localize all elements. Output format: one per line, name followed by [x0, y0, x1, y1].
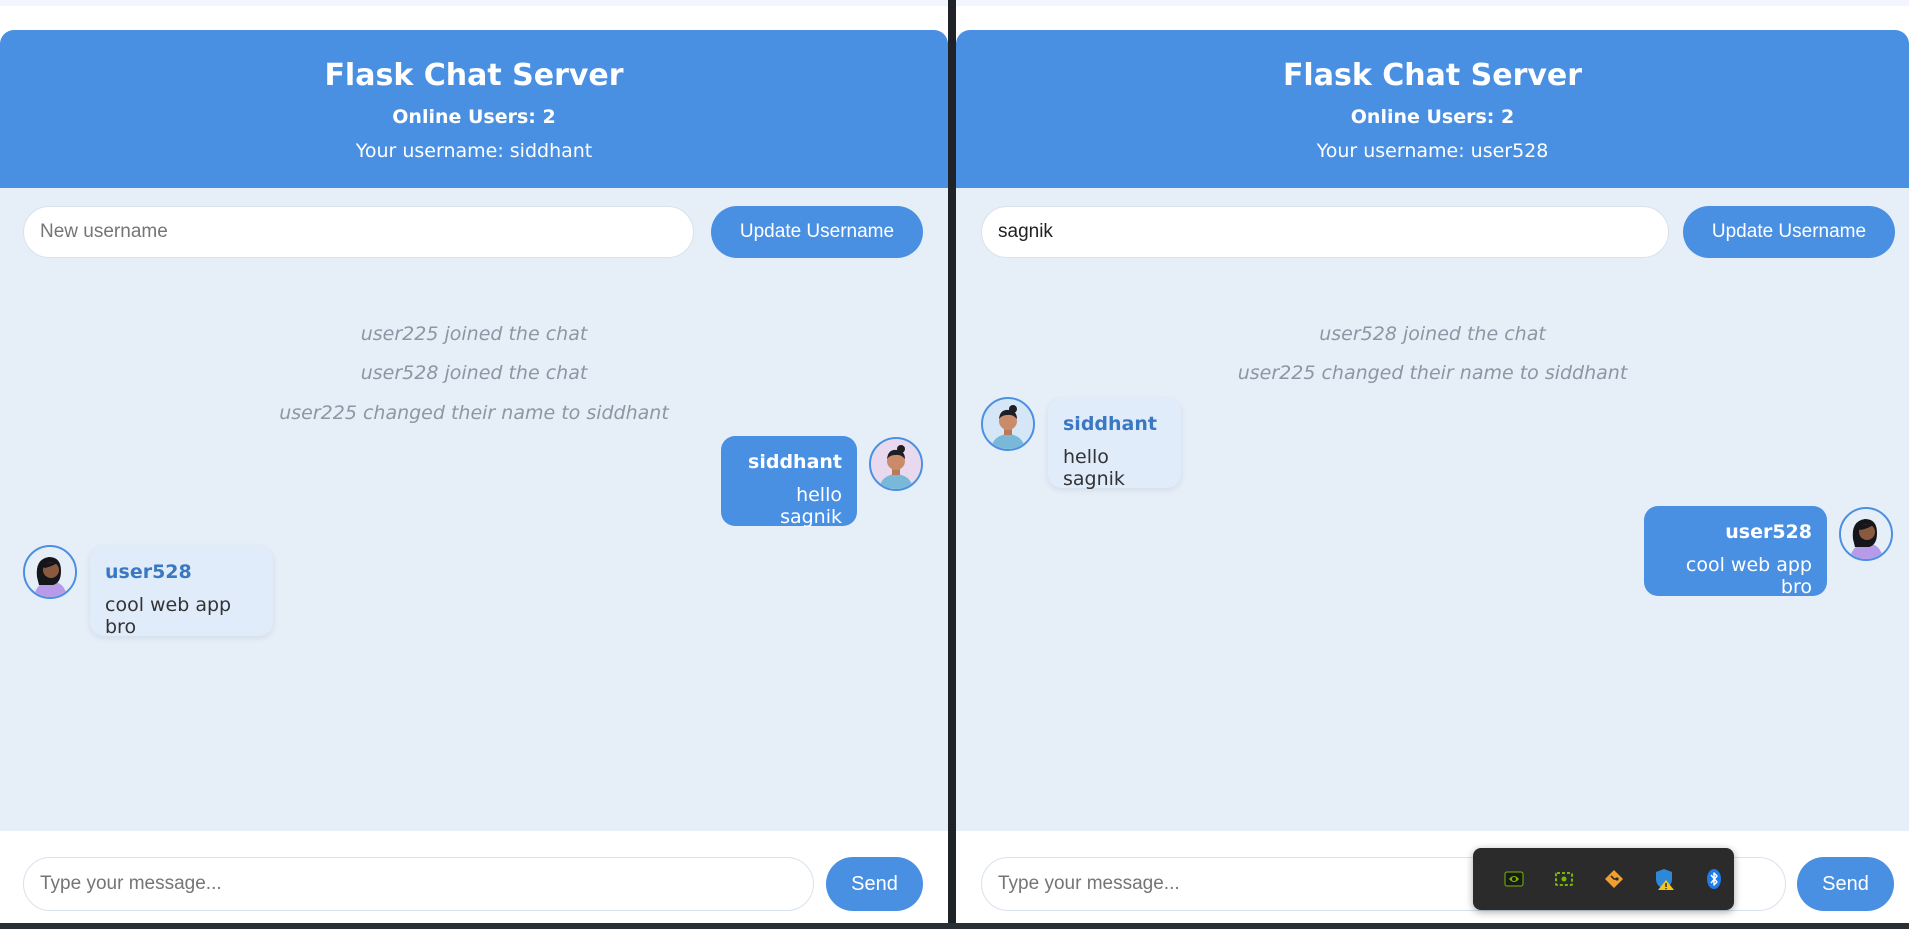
female-avatar-icon [1839, 507, 1893, 561]
nvidia-broadcast-icon[interactable] [1552, 867, 1576, 891]
message-bubble-received: siddhant hello sagnik [1048, 398, 1181, 490]
new-username-input[interactable] [981, 206, 1669, 258]
male-avatar-icon [869, 437, 923, 491]
current-username: Your username: user528 [1316, 140, 1549, 162]
message-text: hello sagnik [1063, 446, 1125, 490]
taskbar-edge [0, 923, 1909, 929]
system-message: user528 joined the chat [1319, 323, 1546, 345]
message-text: cool web app bro [1685, 554, 1812, 598]
message-composer: Send [0, 831, 948, 923]
system-message: user225 joined the chat [360, 323, 588, 345]
update-username-button[interactable]: Update Username [711, 206, 923, 258]
new-username-input[interactable] [23, 206, 694, 258]
system-message: user225 changed their name to siddhant [279, 402, 669, 424]
chat-body: Update Username user528 joined the chat … [956, 188, 1909, 831]
chat-header: Flask Chat Server Online Users: 2 Your u… [0, 30, 948, 188]
git-icon[interactable] [1602, 867, 1626, 891]
message-text: cool web app bro [105, 594, 232, 638]
send-button[interactable]: Send [1797, 857, 1894, 911]
female-avatar-icon [23, 545, 77, 599]
system-message: user225 changed their name to siddhant [1237, 362, 1628, 384]
send-button[interactable]: Send [826, 857, 923, 911]
message-sender: siddhant [1063, 413, 1157, 435]
message-sender: user528 [1725, 521, 1812, 543]
message-bubble-sent: user528 cool web app bro [1644, 506, 1827, 598]
system-tray-popup [1473, 848, 1734, 910]
male-avatar-icon [981, 397, 1035, 451]
chat-header: Flask Chat Server Online Users: 2 Your u… [956, 30, 1909, 188]
windows-security-warning-icon[interactable] [1652, 867, 1676, 891]
message-sender: user528 [105, 561, 192, 583]
chat-body: Update Username user225 joined the chat … [0, 188, 948, 831]
app-title: Flask Chat Server [1282, 58, 1583, 93]
message-text: hello sagnik [780, 484, 842, 528]
message-bubble-sent: siddhant hello sagnik [721, 436, 857, 528]
message-composer: Send [956, 831, 1909, 923]
online-users-count: Online Users: 2 [392, 106, 556, 128]
app-title: Flask Chat Server [324, 58, 624, 93]
message-input[interactable] [23, 857, 814, 911]
system-message: user528 joined the chat [360, 362, 588, 384]
chat-window-right: Flask Chat Server Online Users: 2 Your u… [956, 0, 1909, 923]
window-divider [948, 0, 956, 929]
bluetooth-icon[interactable] [1702, 867, 1726, 891]
message-sender: siddhant [748, 451, 842, 473]
chat-window-left: Flask Chat Server Online Users: 2 Your u… [0, 0, 948, 923]
message-bubble-received: user528 cool web app bro [90, 546, 273, 638]
update-username-button[interactable]: Update Username [1683, 206, 1895, 258]
online-users-count: Online Users: 2 [1350, 106, 1515, 128]
nvidia-icon[interactable] [1502, 867, 1526, 891]
current-username: Your username: siddhant [355, 140, 593, 162]
